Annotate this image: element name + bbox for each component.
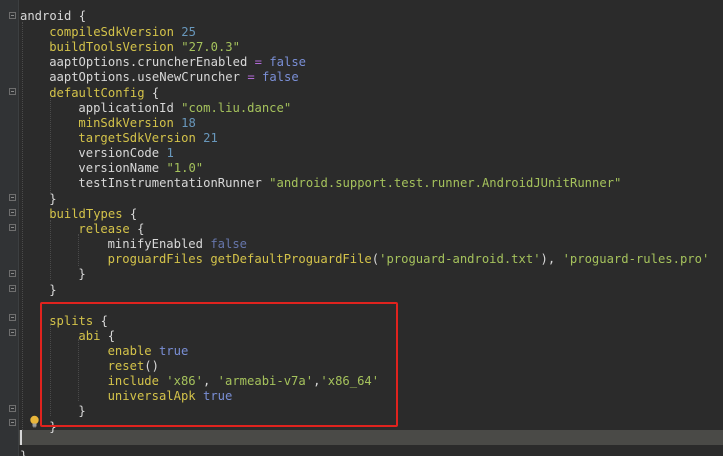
code-token: } (49, 192, 57, 206)
code-token: buildToolsVersion (49, 40, 182, 54)
code-token: android { (20, 9, 87, 23)
code-token: ( (371, 252, 380, 266)
code-line[interactable]: versionCode 1 (78, 146, 173, 161)
fold-marker-icon[interactable] (9, 270, 16, 277)
code-token: "android.support.test.runner.AndroidJUni… (269, 176, 622, 190)
code-token: { (137, 222, 145, 236)
code-token: 'proguard-android.txt' (379, 252, 541, 266)
fold-marker-icon[interactable] (9, 88, 16, 95)
code-editor[interactable]: android { compileSdkVersion 25 buildToolsV… (0, 0, 723, 456)
code-line[interactable]: defaultConfig { (49, 86, 159, 101)
indent-guide (50, 220, 51, 280)
code-token: = (247, 70, 262, 84)
code-token: = (254, 55, 270, 69)
code-token: 18 (181, 116, 196, 130)
fold-marker-icon[interactable] (9, 329, 16, 336)
code-token: testInstrumentationRunner (78, 176, 270, 190)
lightbulb-icon[interactable] (29, 415, 40, 428)
code-line[interactable]: } (49, 283, 56, 298)
fold-marker-icon[interactable] (9, 314, 16, 321)
fold-marker-icon[interactable] (9, 224, 16, 231)
code-token: release (78, 222, 138, 236)
code-line[interactable]: applicationId "com.liu.dance" (78, 101, 291, 116)
code-token: "com.liu.dance" (181, 101, 292, 115)
code-line[interactable]: } (49, 192, 56, 207)
code-line[interactable]: minSdkVersion 18 (78, 116, 195, 131)
fold-marker-icon[interactable] (9, 419, 16, 426)
code-token: } (78, 267, 86, 281)
code-line[interactable]: } (78, 267, 85, 282)
code-line[interactable]: versionName "1.0" (78, 161, 203, 176)
code-token: versionName (78, 161, 167, 175)
code-token: defaultConfig (49, 86, 152, 100)
code-line[interactable]: testInstrumentationRunner "android.suppo… (78, 176, 621, 191)
code-token: 21 (203, 131, 218, 145)
code-token: } (20, 449, 28, 456)
code-token: applicationId (78, 101, 182, 115)
code-token: 25 (181, 25, 196, 39)
code-token: { (151, 86, 160, 100)
code-token: compileSdkVersion (49, 25, 182, 39)
annotation-highlight-box (40, 302, 398, 427)
code-token: aaptOptions.cruncherEnabled (49, 55, 255, 69)
fold-marker-icon[interactable] (9, 12, 16, 19)
code-token: false (269, 55, 307, 69)
code-line[interactable]: android { (20, 9, 86, 24)
code-line[interactable]: buildToolsVersion "27.0.3" (49, 40, 240, 55)
current-line-highlight (19, 430, 723, 445)
code-token: minifyEnabled (107, 237, 211, 251)
gutter-separator (18, 0, 19, 456)
code-token: 'proguard-rules.pro' (562, 252, 710, 266)
code-line[interactable]: proguardFiles getDefaultProguardFile('pr… (108, 252, 710, 267)
fold-marker-icon[interactable] (9, 194, 16, 201)
code-token: aaptOptions.useNewCruncher (49, 70, 248, 84)
code-line[interactable]: targetSdkVersion 21 (78, 131, 217, 146)
indent-guide (22, 22, 23, 432)
code-line[interactable]: minifyEnabled false (108, 237, 247, 252)
code-token: versionCode (78, 146, 167, 160)
code-token: getDefaultProguardFile (210, 252, 372, 266)
fold-marker-icon[interactable] (9, 405, 16, 412)
code-token: ), (540, 252, 563, 266)
code-line[interactable]: aaptOptions.cruncherEnabled = false (49, 55, 306, 70)
code-token: minSdkVersion (78, 116, 182, 130)
code-token: false (262, 70, 299, 84)
code-line[interactable]: } (20, 449, 27, 456)
fold-marker-icon[interactable] (9, 285, 16, 292)
code-token: targetSdkVersion (78, 131, 204, 145)
code-token: 1 (166, 146, 174, 160)
code-line[interactable]: buildTypes { (49, 207, 137, 222)
text-caret (20, 430, 22, 445)
indent-guide (78, 234, 79, 266)
code-line[interactable]: release { (78, 222, 144, 237)
code-token: } (49, 283, 57, 297)
code-line[interactable]: compileSdkVersion 25 (49, 25, 196, 40)
code-token: buildTypes (49, 207, 130, 221)
code-token: { (129, 207, 138, 221)
code-line[interactable]: aaptOptions.useNewCruncher = false (49, 70, 299, 85)
fold-marker-icon[interactable] (9, 209, 16, 216)
code-token: "1.0" (166, 161, 204, 175)
code-token: false (210, 237, 248, 251)
code-token: proguardFiles (107, 252, 211, 266)
code-token: "27.0.3" (181, 40, 240, 54)
indent-guide (50, 98, 51, 193)
